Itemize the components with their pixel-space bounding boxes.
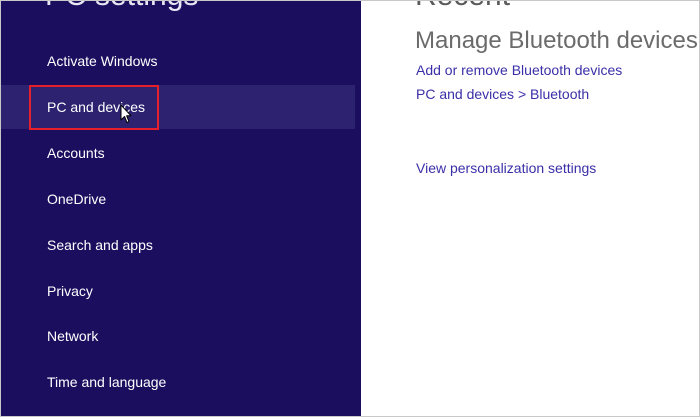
sidebar-item-pc-and-devices[interactable]: PC and devices [1, 85, 355, 129]
sidebar-title: PC settings [45, 1, 198, 13]
sidebar-item-onedrive[interactable]: OneDrive [1, 177, 355, 221]
pc-settings-window: PC settings Activate Windows PC and devi… [0, 0, 700, 417]
sidebar: PC settings Activate Windows PC and devi… [1, 1, 361, 416]
bluetooth-settings-link[interactable]: PC and devices > Bluetooth [416, 86, 589, 102]
sidebar-item-privacy[interactable]: Privacy [1, 269, 355, 313]
sidebar-item-network[interactable]: Network [1, 314, 355, 358]
personalization-settings-link[interactable]: View personalization settings [416, 160, 596, 176]
page-title: Recent [415, 1, 510, 13]
mouse-pointer-icon [120, 104, 132, 123]
sidebar-item-accounts[interactable]: Accounts [1, 131, 355, 175]
main-panel: Recent Manage Bluetooth devices Add or r… [361, 1, 699, 416]
sidebar-item-activate-windows[interactable]: Activate Windows [1, 39, 355, 83]
section-heading: Manage Bluetooth devices [415, 27, 698, 54]
sidebar-item-time-and-language[interactable]: Time and language [1, 360, 355, 404]
add-remove-bluetooth-link[interactable]: Add or remove Bluetooth devices [416, 62, 622, 78]
sidebar-item-search-and-apps[interactable]: Search and apps [1, 223, 355, 267]
